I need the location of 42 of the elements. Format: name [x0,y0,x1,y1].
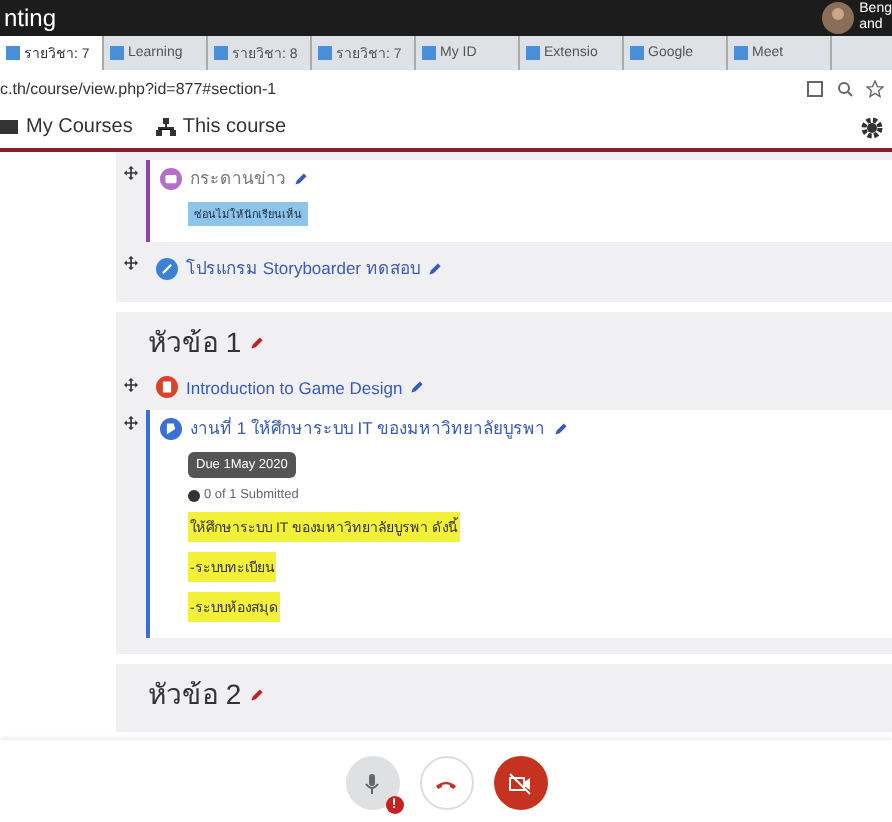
page-icon [156,376,178,398]
move-icon[interactable] [124,256,138,270]
url-icon [156,257,178,279]
favicon-icon [110,46,124,60]
edit-icon[interactable] [249,335,264,349]
favicon-icon [422,46,436,60]
star-icon[interactable] [866,79,884,97]
move-icon[interactable] [124,416,138,430]
microphone-icon [360,771,384,795]
camera-button[interactable] [493,756,547,810]
favicon-icon [630,46,644,60]
favicon-icon [214,46,228,60]
book-icon [0,118,20,136]
section-title: หัวข้อ 1 [148,324,242,362]
section-title: หัวข้อ 2 [148,676,242,714]
move-icon[interactable] [124,166,138,180]
edit-icon[interactable] [553,421,568,435]
nav-link[interactable]: My Courses [0,116,133,138]
zoom-icon[interactable] [836,79,854,97]
favicon-icon [734,46,748,60]
hang-up-button[interactable] [419,756,473,810]
forum-icon [160,167,182,189]
presenting-status: nting [2,4,57,32]
edit-icon[interactable] [249,687,264,701]
activity-link[interactable]: Introduction to Game Design [186,377,403,397]
settings-icon[interactable] [860,115,884,139]
sitemap-icon [156,118,177,136]
activity-link[interactable]: กระดานข่าว [190,164,286,192]
camera-off-icon [508,771,532,795]
edit-icon[interactable] [427,261,442,275]
edit-icon[interactable] [410,380,425,394]
activity-link[interactable]: โปรแกรม Storyboarder ทดสอบ [186,254,420,282]
assign-icon [160,417,182,439]
move-icon[interactable] [124,378,138,392]
nav-link[interactable]: This course [156,116,287,138]
favicon-icon [318,46,332,60]
activity-link[interactable]: งานที่ 1 ให้ศึกษาระบบ IT ของมหาวิทยาลัยบูรพา [190,414,546,442]
edit-icon[interactable] [294,171,308,185]
avatar-icon [821,2,854,34]
favicon-icon [526,46,540,60]
favicon-icon [6,46,20,60]
address-bar[interactable]: c.th/course/view.php?id=877#section-1 [0,79,277,97]
